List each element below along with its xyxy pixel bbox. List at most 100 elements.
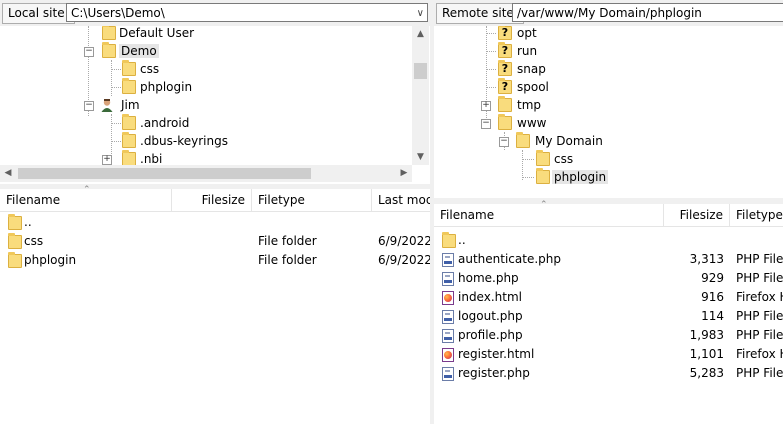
list-item-phplogin[interactable]: phplogin File folder 6/9/2022 — [0, 251, 430, 270]
file-type: File folder — [258, 234, 317, 248]
folder-icon — [498, 114, 512, 130]
tree-item-my-domain[interactable]: − My Domain — [499, 132, 605, 150]
file-name: register.php — [458, 366, 530, 380]
file-name: profile.php — [458, 328, 523, 342]
file-name: css — [24, 234, 44, 248]
column-filetype[interactable]: Filetype — [730, 204, 783, 226]
file-type: PHP File — [736, 366, 783, 380]
list-item-css[interactable]: css File folder 6/9/2022 — [0, 232, 430, 251]
tree-item-label: Jim — [121, 98, 140, 112]
file-type: PHP File — [736, 252, 783, 266]
collapse-icon[interactable]: − — [84, 47, 94, 57]
scroll-right-icon[interactable]: ▶ — [396, 165, 412, 182]
column-filename[interactable]: Filename — [434, 204, 664, 226]
firefox-html-icon — [442, 348, 454, 362]
tree-item-phplogin[interactable]: phplogin — [122, 78, 194, 96]
file-type: PHP File — [736, 328, 783, 342]
scrollbar-thumb[interactable] — [18, 168, 311, 179]
file-type: Firefox H — [736, 347, 783, 361]
tree-item-android[interactable]: .android — [122, 114, 191, 132]
column-last-modified[interactable]: Last mod — [372, 189, 430, 211]
list-item-profile-php[interactable]: profile.php 1,983 PHP File — [434, 326, 783, 345]
scrollbar-thumb[interactable] — [414, 63, 427, 79]
tree-item-label: spool — [517, 80, 549, 94]
tree-item-label: Demo — [119, 44, 159, 58]
remote-site-label: Remote site: — [436, 3, 524, 24]
unknown-folder-icon: ? — [498, 78, 512, 94]
list-item-index-html[interactable]: index.html 916 Firefox H — [434, 288, 783, 307]
list-item-parent[interactable]: .. — [0, 213, 430, 232]
folder-icon — [102, 26, 116, 40]
local-tree-vertical-scrollbar[interactable]: ▲ ▼ — [412, 26, 429, 165]
scroll-left-icon[interactable]: ◀ — [0, 165, 16, 182]
tree-item-label: .android — [140, 116, 190, 130]
file-name: .. — [24, 215, 32, 229]
remote-directory-tree: ? opt ? run ? snap ? spool + tmp − www − — [434, 26, 783, 198]
collapse-icon[interactable]: − — [499, 137, 509, 147]
file-name: phplogin — [24, 253, 77, 267]
list-item-logout-php[interactable]: logout.php 114 PHP File — [434, 307, 783, 326]
file-name: home.php — [458, 271, 519, 285]
column-filetype[interactable]: Filetype — [252, 189, 372, 211]
local-tree-horizontal-scrollbar[interactable]: ◀ ▶ — [0, 165, 412, 182]
tree-item-dbus-keyrings[interactable]: .dbus-keyrings — [122, 132, 230, 150]
tree-item-css[interactable]: css — [536, 150, 575, 168]
tree-item-tmp[interactable]: + tmp — [481, 96, 543, 114]
remote-path-value: /var/www/My Domain/phplogin — [517, 6, 702, 20]
folder-icon — [8, 233, 22, 249]
tree-item-snap[interactable]: ? snap — [498, 60, 548, 78]
php-file-icon — [442, 253, 454, 267]
folder-icon — [102, 42, 116, 58]
list-item-authenticate-php[interactable]: authenticate.php 3,313 PHP File — [434, 250, 783, 269]
expand-icon[interactable]: + — [102, 155, 112, 165]
expand-icon[interactable]: + — [481, 101, 491, 111]
local-site-label: Local site: — [2, 3, 75, 24]
php-file-icon — [442, 310, 454, 324]
tree-item-label: .dbus-keyrings — [140, 134, 228, 148]
file-size: 916 — [701, 290, 724, 304]
list-item-parent[interactable]: .. — [434, 231, 783, 250]
collapse-icon[interactable]: − — [84, 101, 94, 111]
scroll-down-icon[interactable]: ▼ — [412, 149, 429, 165]
tree-item-default-user[interactable]: Default User — [100, 26, 196, 42]
list-item-register-html[interactable]: register.html 1,101 Firefox H — [434, 345, 783, 364]
local-path-combobox[interactable]: C:\Users\Demo\ ∨ — [66, 3, 428, 22]
chevron-down-icon[interactable]: ∨ — [417, 4, 424, 21]
file-size: 1,101 — [689, 347, 724, 361]
tree-item-label: tmp — [517, 98, 542, 112]
tree-item-run[interactable]: ? run — [498, 42, 539, 60]
tree-item-demo[interactable]: − Demo — [84, 42, 159, 60]
folder-icon — [122, 60, 136, 76]
remote-path-combobox[interactable]: /var/www/My Domain/phplogin — [512, 3, 783, 22]
remote-site-bar: Remote site: /var/www/My Domain/phplogin — [434, 0, 783, 26]
list-item-home-php[interactable]: home.php 929 PHP File — [434, 269, 783, 288]
tree-item-opt[interactable]: ? opt — [498, 26, 539, 42]
unknown-folder-icon: ? — [498, 60, 512, 76]
scroll-up-icon[interactable]: ▲ — [412, 26, 429, 42]
list-item-register-php[interactable]: register.php 5,283 PHP File — [434, 364, 783, 383]
file-name: logout.php — [458, 309, 523, 323]
file-type: PHP File — [736, 309, 783, 323]
tree-item-phplogin[interactable]: phplogin — [536, 168, 609, 186]
local-site-bar: Local site: C:\Users\Demo\ ∨ — [0, 0, 430, 26]
php-file-icon — [442, 329, 454, 343]
remote-file-list: ⌃ Filename Filesize Filetype .. authenti… — [434, 200, 783, 424]
tree-item-label: My Domain — [535, 134, 603, 148]
remote-list-header: ⌃ Filename Filesize Filetype — [434, 200, 783, 227]
tree-item-spool[interactable]: ? spool — [498, 78, 551, 96]
file-size: 5,283 — [689, 366, 724, 380]
tree-item-jim[interactable]: − Jim — [84, 96, 142, 114]
folder-icon — [8, 214, 22, 230]
user-icon — [100, 98, 114, 112]
file-name: register.html — [458, 347, 535, 361]
column-filesize[interactable]: Filesize — [664, 204, 730, 226]
local-directory-tree: Default User − Demo css phplogin − Jim .… — [0, 26, 430, 184]
tree-item-css[interactable]: css — [122, 60, 161, 78]
tree-item-label: phplogin — [552, 170, 609, 184]
collapse-icon[interactable]: − — [481, 119, 491, 129]
file-name: index.html — [458, 290, 522, 304]
file-type: Firefox H — [736, 290, 783, 304]
column-filename[interactable]: Filename — [0, 189, 172, 211]
column-filesize[interactable]: Filesize — [172, 189, 252, 211]
tree-item-www[interactable]: − www — [481, 114, 548, 132]
